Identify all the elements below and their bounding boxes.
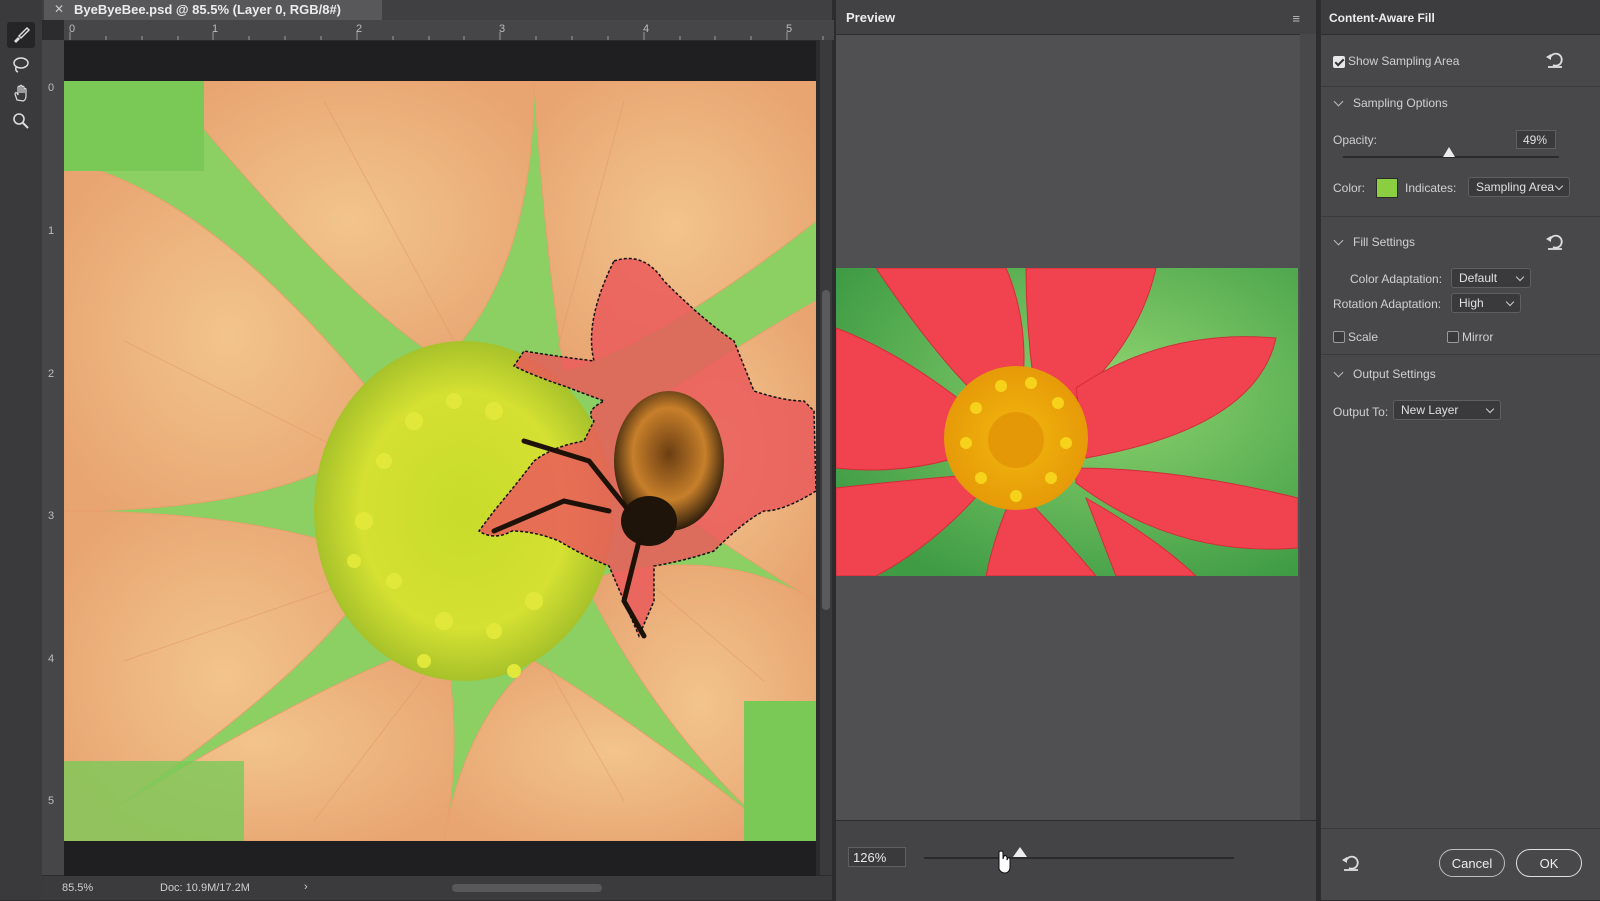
zoom-field[interactable]: 126% [848, 847, 906, 867]
chevron-down-icon[interactable] [1333, 235, 1344, 246]
reset-icon[interactable] [1545, 50, 1565, 70]
document-tab[interactable]: ✕ ByeByeBee.psd @ 85.5% (Layer 0, RGB/8#… [44, 0, 382, 20]
preview-zoom-bar: 126% [836, 820, 1316, 901]
rotation-adaptation-dropdown[interactable]: High [1451, 293, 1521, 313]
opacity-slider-handle[interactable] [1442, 147, 1455, 157]
chevron-down-icon[interactable] [1333, 96, 1344, 107]
scale-checkbox[interactable] [1333, 331, 1345, 343]
output-to-label: Output To: [1333, 405, 1389, 419]
indicates-dropdown[interactable]: Sampling Area [1468, 177, 1570, 197]
sampling-brush-icon[interactable] [7, 22, 35, 48]
color-adaptation-value: Default [1459, 271, 1498, 285]
ruler-label: 1 [48, 225, 55, 237]
ruler-label: 1 [212, 23, 219, 35]
indicates-label: Indicates: [1405, 181, 1457, 195]
fill-settings-header[interactable]: Fill Settings [1353, 235, 1415, 249]
sampling-options-header[interactable]: Sampling Options [1353, 96, 1448, 110]
preview-title: Preview [846, 10, 896, 25]
ruler-label: 5 [786, 23, 793, 35]
panel-title: Content-Aware Fill [1329, 11, 1435, 25]
mouse-cursor-icon [998, 850, 1011, 874]
mirror-label: Mirror [1462, 330, 1494, 344]
opacity-label: Opacity: [1333, 133, 1378, 147]
status-doc-size: Doc: 10.9M/17.2M [160, 882, 250, 894]
ruler-label: 4 [48, 653, 55, 665]
opacity-slider[interactable] [1343, 147, 1559, 158]
preview-scrollbar[interactable] [1300, 34, 1316, 820]
rotation-adaptation-value: High [1459, 296, 1484, 310]
cancel-button[interactable]: Cancel [1439, 849, 1505, 877]
ruler-label: 4 [643, 23, 650, 35]
zoom-slider[interactable] [924, 847, 1234, 859]
ruler-label: 0 [69, 23, 76, 35]
color-adaptation-dropdown[interactable]: Default [1451, 268, 1531, 288]
vertical-ruler: 0 1 2 3 4 5 [42, 40, 65, 875]
show-sampling-label: Show Sampling Area [1348, 54, 1460, 68]
output-to-dropdown[interactable]: New Layer [1393, 400, 1501, 420]
zoom-icon[interactable] [7, 108, 35, 134]
reset-icon[interactable] [1545, 232, 1565, 252]
lasso-icon[interactable] [7, 52, 35, 78]
ruler-label: 5 [48, 795, 55, 807]
panel-header: Content-Aware Fill [1321, 0, 1600, 35]
ruler-label: 2 [356, 23, 363, 35]
status-menu-arrow[interactable]: › [304, 881, 308, 893]
hand-icon[interactable] [7, 80, 35, 106]
reset-all-icon[interactable] [1341, 853, 1361, 873]
ruler-label: 3 [48, 510, 55, 522]
opacity-field[interactable]: 49% [1516, 130, 1556, 149]
document-tab-bar: ✕ ByeByeBee.psd @ 85.5% (Layer 0, RGB/8#… [42, 0, 832, 20]
ok-button[interactable]: OK [1516, 849, 1582, 877]
ruler-label: 0 [48, 82, 55, 94]
color-adaptation-label: Color Adaptation: [1350, 272, 1443, 286]
indicates-value: Sampling Area [1476, 180, 1555, 194]
zoom-slider-handle[interactable] [1013, 847, 1028, 857]
color-label: Color: [1333, 181, 1366, 195]
ruler-label: 2 [48, 368, 55, 380]
tools-panel [0, 0, 43, 900]
document-title: ByeByeBee.psd @ 85.5% (Layer 0, RGB/8#) [74, 2, 342, 17]
close-icon[interactable]: ✕ [54, 2, 64, 16]
content-aware-fill-panel: Content-Aware Fill Show Sampling Area Sa… [1320, 0, 1600, 900]
preview-image[interactable] [836, 268, 1298, 576]
show-sampling-checkbox[interactable] [1333, 56, 1345, 68]
output-to-value: New Layer [1401, 403, 1459, 417]
status-zoom: 85.5% [62, 882, 94, 894]
panel-footer: Cancel OK [1321, 828, 1600, 901]
horizontal-scroll-thumb[interactable] [452, 884, 602, 892]
document-canvas[interactable] [64, 41, 816, 876]
chevron-down-icon[interactable] [1333, 367, 1344, 378]
preview-header: Preview ≡ [836, 0, 1316, 35]
document-scroll-thumb[interactable] [822, 290, 830, 610]
color-swatch[interactable] [1376, 178, 1398, 198]
status-bar: 85.5% Doc: 10.9M/17.2M › [42, 876, 832, 900]
output-settings-header[interactable]: Output Settings [1353, 367, 1436, 381]
rotation-adaptation-label: Rotation Adaptation: [1333, 297, 1442, 311]
ruler-label: 3 [499, 23, 506, 35]
scale-label: Scale [1348, 330, 1379, 344]
panel-menu-icon[interactable]: ≡ [1292, 11, 1300, 26]
mirror-checkbox[interactable] [1447, 331, 1459, 343]
horizontal-ruler: 0 1 2 3 4 5 [64, 20, 834, 41]
